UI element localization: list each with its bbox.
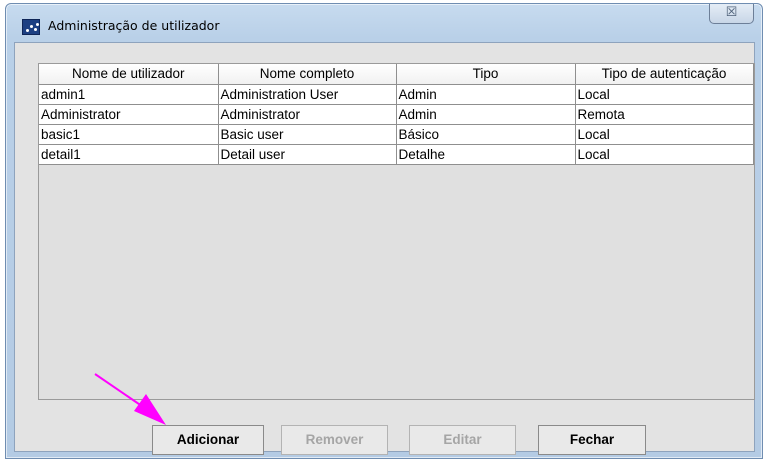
- annotation-arrow-icon: [94, 373, 166, 425]
